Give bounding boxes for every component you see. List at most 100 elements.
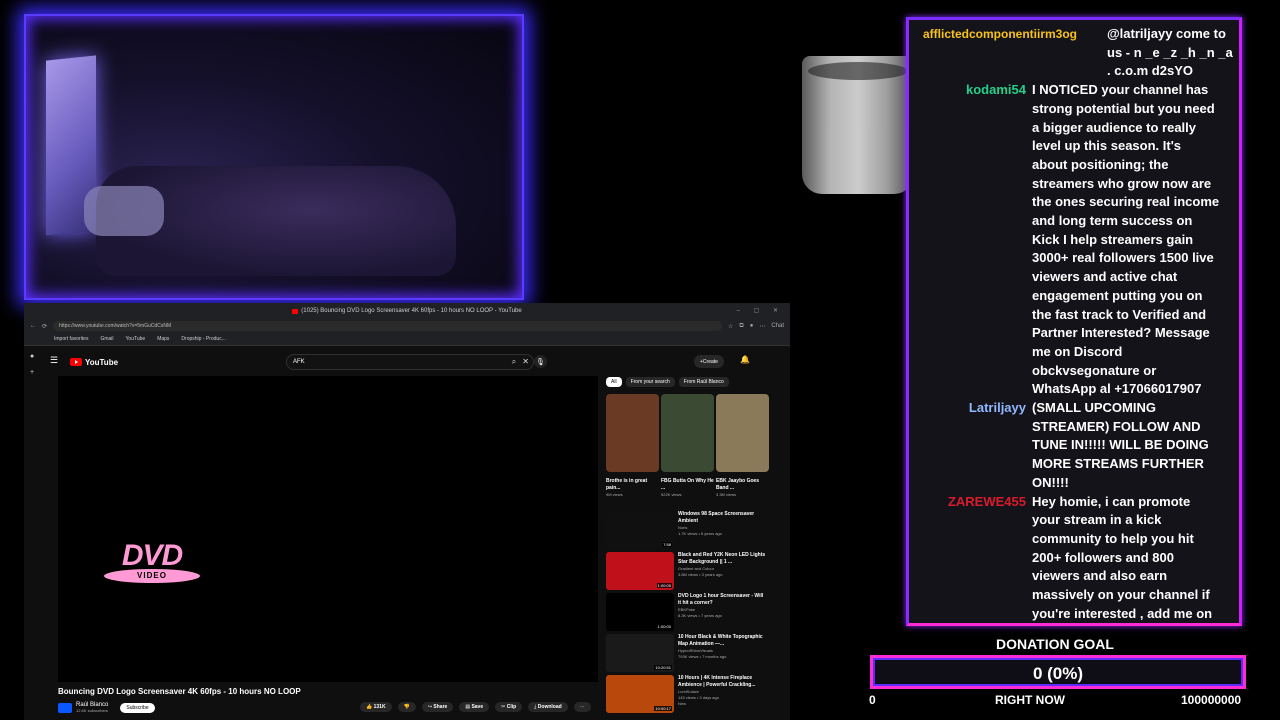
download-button[interactable]: ⤓ Download: [528, 702, 568, 712]
subscribe-button[interactable]: Subscribe: [120, 702, 155, 713]
video-title: 10 Hour Black & White Topographic Map An…: [678, 634, 763, 647]
notifications-bell-icon[interactable]: 🔔: [740, 355, 750, 364]
youtube-header: ☰ YouTube AFK ✕ ⌕ 🎙 + Create 🔔: [24, 346, 790, 378]
video-actions: 👍 131K 👎 ↪ Share ▤ Save ✂ Clip ⤓ Downloa…: [360, 702, 591, 712]
chat-username: ZAREWE455: [947, 493, 1026, 509]
create-button[interactable]: + Create: [694, 355, 724, 368]
extensions-icon[interactable]: ⧉: [739, 323, 743, 330]
short-views: 3.3M views: [716, 492, 737, 497]
recommended-video[interactable]: 10:00:17 10 Hours | 4K Intense Fireplace…: [606, 675, 766, 713]
search-input[interactable]: AFK ✕: [286, 354, 534, 370]
short-item[interactable]: Brothe is in great pain... 9M views: [606, 394, 659, 497]
chat-text: Hey homie, i can promote your stream in …: [1032, 493, 1213, 621]
chat-panel: afflictedcomponentiirm3og @latriljayy co…: [906, 17, 1242, 626]
glass-cup-image: [802, 56, 914, 194]
video-duration: 7:58: [662, 542, 672, 547]
short-views: 522K views: [661, 492, 682, 497]
donation-min: 0: [869, 693, 876, 707]
recommended-video[interactable]: 1:00:05 Black and Red Y2K Neon LED Light…: [606, 552, 766, 590]
youtube-logo[interactable]: YouTube: [70, 358, 118, 367]
video-thumbnail: 10:20:51: [606, 634, 674, 672]
profile-avatar[interactable]: ●: [750, 323, 754, 329]
chat-button[interactable]: Chat: [771, 323, 784, 329]
video-meta: 3.8M views • 3 years ago: [678, 572, 723, 577]
video-title: DVD Logo 1 hour Screensaver - Will it hi…: [678, 593, 764, 606]
browser-window: (1025) Bouncing DVD Logo Screensaver 4K …: [24, 303, 790, 720]
recommended-video[interactable]: 7:58 Windows 98 Space Screensaver Ambien…: [606, 511, 766, 549]
short-title: EBK Jaaybo Goes Band ...: [716, 478, 760, 491]
chat-username: kodami54: [966, 82, 1026, 98]
short-thumbnail: [606, 394, 659, 472]
url-input[interactable]: https://www.youtube.com/watch?v=5mGuCdCs…: [53, 321, 722, 331]
video-title: Windows 98 Space Screensaver Ambient: [678, 511, 755, 524]
shorts-shelf: Brothe is in great pain... 9M views FBG …: [606, 394, 769, 497]
video-title: Bouncing DVD Logo Screensaver 4K 60fps -…: [58, 687, 301, 696]
search-icon[interactable]: ⌕: [506, 354, 522, 370]
chip-from-search[interactable]: From your search: [625, 377, 675, 387]
mic-icon[interactable]: 🎙: [534, 355, 547, 368]
chat-message: Latriljayy (SMALL UPCOMING STREAMER) FOL…: [909, 399, 1239, 493]
bookmarks-bar: Import favorites Gmail YouTube Maps Drop…: [24, 333, 790, 346]
clear-search-icon[interactable]: ✕: [522, 357, 529, 366]
video-thumbnail: 7:58: [606, 511, 674, 549]
video-duration: 10:00:17: [654, 706, 672, 711]
clip-button[interactable]: ✂ Clip: [495, 702, 523, 712]
webcam-pillow: [84, 186, 164, 236]
video-meta: 1.7K views • 6 years ago: [678, 531, 722, 536]
dvd-logo-disc: VIDEO: [104, 569, 200, 583]
chat-text: I NOTICED your channel has strong potent…: [1032, 82, 1220, 397]
video-title: 10 Hours | 4K Intense Fireplace Ambience…: [678, 675, 756, 688]
video-player[interactable]: DVD VIDEO: [58, 376, 598, 682]
browser-titlebar: (1025) Bouncing DVD Logo Screensaver 4K …: [24, 303, 790, 319]
bookmark-item[interactable]: Gmail: [100, 336, 113, 342]
address-bar-row: ← ⟳ https://www.youtube.com/watch?v=5mGu…: [24, 319, 790, 333]
window-controls[interactable]: – ▢ ✕: [737, 307, 784, 314]
recommended-video[interactable]: 10:20:51 10 Hour Black & White Topograph…: [606, 634, 766, 672]
video-meta: 793K views • 7 months ago: [678, 654, 727, 659]
search-value: AFK: [293, 359, 305, 365]
more-actions-icon[interactable]: ⋯: [573, 702, 591, 712]
short-item[interactable]: FBG Butta On Why He ... 522K views: [661, 394, 714, 497]
share-button[interactable]: ↪ Share: [421, 702, 454, 712]
bookmark-item[interactable]: Dropship - Produc...: [181, 336, 225, 342]
short-thumbnail: [661, 394, 714, 472]
video-duration: 10:20:51: [654, 665, 672, 670]
video-thumbnail: 10:00:17: [606, 675, 674, 713]
save-button[interactable]: ▤ Save: [459, 702, 490, 712]
bookmark-item[interactable]: Import favorites: [54, 336, 88, 342]
bookmark-item[interactable]: Maps: [157, 336, 169, 342]
like-button[interactable]: 👍 131K: [360, 702, 392, 712]
bookmark-item[interactable]: YouTube: [126, 336, 146, 342]
donation-max: 100000000: [1181, 693, 1242, 707]
donation-value: 0 (0%): [1032, 664, 1084, 683]
chat-text: @latriljayy come to us - n _e _z _h _n _…: [1107, 26, 1233, 79]
recommend-chips: All From your search From Raúl Blanco: [606, 377, 729, 387]
dislike-icon[interactable]: 👎: [397, 702, 416, 712]
webcam-neon-frame: [24, 14, 524, 300]
back-icon[interactable]: ←: [30, 323, 36, 329]
star-icon[interactable]: ☆: [728, 323, 733, 330]
reload-icon[interactable]: ⟳: [42, 323, 47, 330]
chip-from-channel[interactable]: From Raúl Blanco: [678, 377, 729, 387]
donation-now-label: RIGHT NOW: [995, 693, 1065, 707]
chat-text: (SMALL UPCOMING STREAMER) FOLLOW AND TUN…: [1032, 400, 1209, 490]
youtube-play-icon: [70, 358, 82, 366]
chat-message: kodami54 I NOTICED your channel has stro…: [909, 81, 1239, 399]
channel-info: Raúl Blanco 12.6K subscribers Subscribe: [58, 702, 155, 713]
chip-all[interactable]: All: [606, 377, 622, 387]
youtube-logo-text: YouTube: [85, 357, 119, 367]
recommended-video[interactable]: 1:00:00 DVD Logo 1 hour Screensaver - Wi…: [606, 593, 766, 631]
chat-username: Latriljayy: [968, 400, 1026, 416]
youtube-favicon-icon: [292, 308, 299, 314]
short-item[interactable]: EBK Jaaybo Goes Band ... 3.3M views: [716, 394, 769, 497]
video-duration: 1:00:05: [656, 583, 672, 588]
dvd-logo-text: DVD: [121, 539, 183, 572]
hamburger-menu-icon[interactable]: ☰: [50, 355, 58, 366]
new-badge: New: [678, 701, 687, 706]
channel-avatar[interactable]: [58, 702, 72, 713]
menu-dots-icon[interactable]: ⋯: [759, 323, 765, 330]
chat-message: afflictedcomponentiirm3og @latriljayy co…: [909, 25, 1239, 81]
video-duration: 1:00:00: [656, 624, 672, 629]
video-title: Black and Red Y2K Neon LED Lights Star B…: [678, 552, 766, 565]
short-title: FBG Butta On Why He ...: [661, 478, 714, 491]
